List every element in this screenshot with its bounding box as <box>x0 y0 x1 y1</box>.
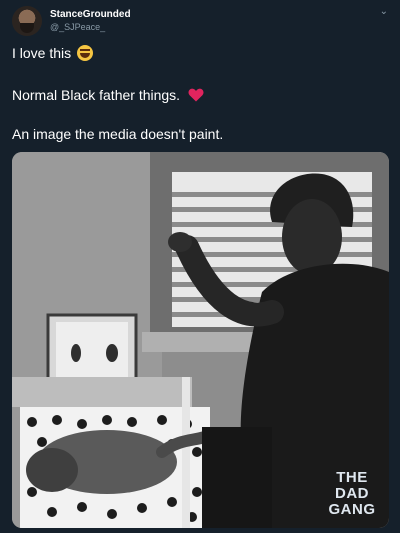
author-names: StanceGrounded @_SJPeace_ <box>50 9 131 33</box>
video-media[interactable]: THE DAD GANG <box>12 152 389 528</box>
author-handle[interactable]: @_SJPeace_ <box>50 21 131 33</box>
tweet-header: StanceGrounded @_SJPeace_ <box>12 6 388 36</box>
tweet-card: StanceGrounded @_SJPeace_ ⌄ I love this … <box>0 0 400 533</box>
the-dad-gang-watermark: THE DAD GANG <box>325 470 379 518</box>
face-with-tears-of-joy-icon <box>77 45 94 61</box>
avatar[interactable] <box>12 6 42 36</box>
tweet-text-1: I love this <box>12 45 72 61</box>
red-heart-icon <box>188 88 204 102</box>
tweet-text-line-2: Normal Black father things. <box>12 86 204 104</box>
watermark-line-2: DAD <box>335 485 369 502</box>
watermark-line-3: GANG <box>328 501 376 518</box>
author-display-name[interactable]: StanceGrounded <box>50 9 131 21</box>
handprint-frame <box>46 313 138 389</box>
tweet-text-3: An image the media doesn't paint. <box>12 126 224 142</box>
avatar-beard <box>20 23 34 33</box>
chevron-down-icon[interactable]: ⌄ <box>380 6 388 17</box>
tweet-text-line-1: I love this <box>12 44 94 62</box>
tweet-text-2: Normal Black father things. <box>12 87 181 103</box>
tweet-text-line-3: An image the media doesn't paint. <box>12 125 223 143</box>
watermark-line-1: THE <box>336 469 368 486</box>
